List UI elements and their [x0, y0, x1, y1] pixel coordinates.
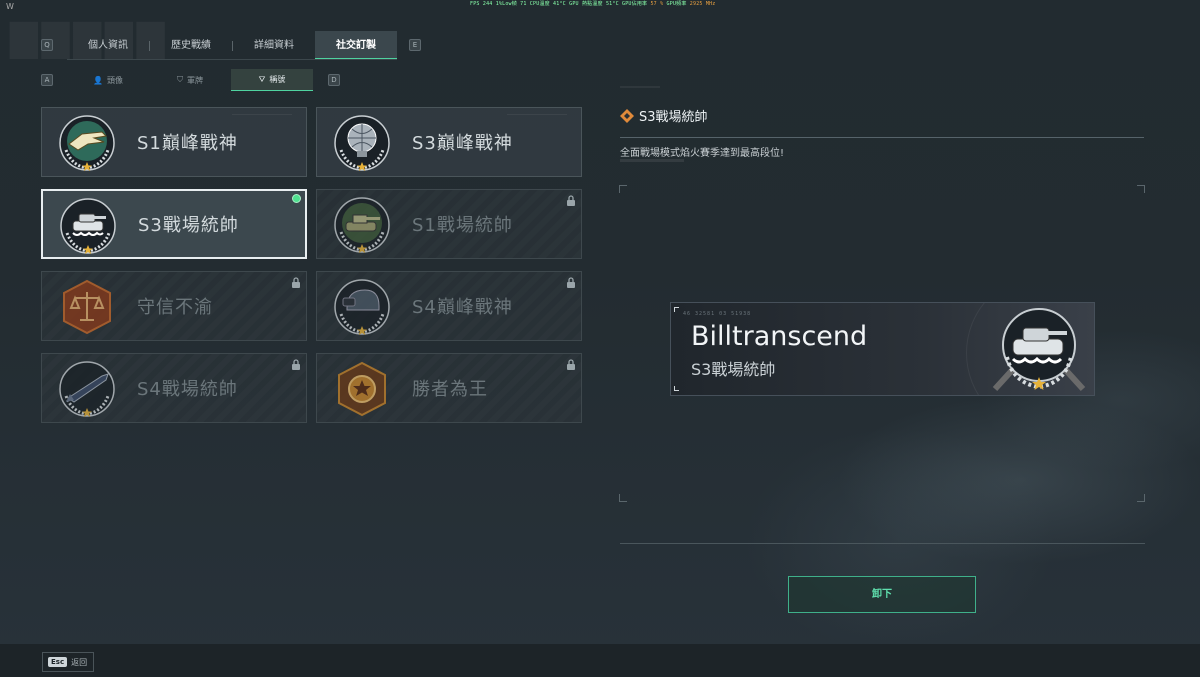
title-card-label: S4巔峰戰神: [412, 297, 513, 318]
title-card-s3-battlefield-commander[interactable]: S3戰場統帥: [41, 189, 307, 259]
key-hint-a: A: [41, 74, 53, 86]
subtab-title[interactable]: ⛛ 稱號: [231, 69, 313, 91]
scales-emblem-icon: [63, 279, 111, 335]
subtab-dogtag[interactable]: ⛉ 軍牌: [149, 69, 231, 91]
detail-bottom-divider: [620, 543, 1145, 544]
title-icon: ⛛: [258, 74, 266, 84]
title-card-label: S3戰場統帥: [138, 215, 239, 236]
title-card-label: 守信不渝: [137, 297, 213, 318]
nameplate-corner: [674, 307, 679, 312]
title-card-winner-is-king[interactable]: 勝者為王: [316, 353, 582, 423]
title-card-s4-battlefield-commander[interactable]: S4戰場統帥: [41, 353, 307, 423]
title-card-faithful[interactable]: 守信不渝: [41, 271, 307, 341]
window-corner-char: W: [6, 2, 14, 11]
tab-history[interactable]: 歷史戰績: [150, 31, 232, 60]
key-hint-q: Q: [41, 39, 53, 51]
lock-icon: [291, 359, 301, 370]
performance-overlay: FPS 244 1%Low幀 71 CPU溫度 41°C GPU 熱點溫度 51…: [470, 1, 716, 7]
footer-bar: [0, 644, 1200, 677]
background-smoke: [600, 180, 1200, 640]
title-card-label: S1戰場統帥: [412, 215, 513, 236]
missile-emblem-icon: [58, 360, 116, 418]
lock-icon: [291, 277, 301, 288]
preview-frame-corner: [1137, 185, 1145, 193]
key-hint-e: E: [409, 39, 421, 51]
detail-divider: [620, 137, 1144, 138]
detail-description: 全面戰場模式焰火賽季達到最高段位!: [620, 148, 785, 159]
nameplate-preview: 46 32581 03 51938 Billtranscend S3戰場統帥: [670, 302, 1095, 396]
tab-details[interactable]: 詳細資料: [233, 31, 315, 60]
tab-social-custom[interactable]: 社交訂製: [315, 31, 397, 60]
helmet-emblem-icon: [333, 278, 391, 336]
title-card-label: S1巔峰戰神: [137, 133, 238, 154]
tab-profile[interactable]: 個人資訊: [67, 31, 149, 60]
subtab-avatar[interactable]: 👤 頭像: [67, 69, 149, 91]
title-card-s3-peak-warrior[interactable]: S3巔峰戰神: [316, 107, 582, 177]
tank-emblem-icon: [992, 308, 1086, 392]
detail-sub-decoration: [620, 159, 684, 162]
sub-tabs: 👤 頭像 ⛉ 軍牌 ⛛ 稱號: [67, 69, 313, 91]
detail-panel-decoration: [620, 86, 660, 88]
back-button[interactable]: Esc 返回: [42, 652, 94, 672]
title-card-label: 勝者為王: [412, 379, 488, 400]
nameplate-title: S3戰場統帥: [691, 360, 776, 379]
detail-header: S3戰場統帥: [620, 106, 708, 125]
main-tabs: 個人資訊 歷史戰績 詳細資料 社交訂製: [67, 31, 397, 60]
nameplate-corner: [674, 386, 679, 391]
person-icon: 👤: [93, 75, 103, 85]
preview-frame-corner: [619, 185, 627, 193]
unequip-button[interactable]: 卸下: [788, 576, 976, 613]
equipped-indicator: [292, 194, 301, 203]
card-decoration: [232, 114, 292, 115]
green-tank-emblem-icon: [333, 196, 391, 254]
globe-emblem-icon: [333, 114, 391, 172]
lock-icon: [566, 277, 576, 288]
title-card-label: S3巔峰戰神: [412, 133, 513, 154]
nameplate-code: 46 32581 03 51938: [683, 311, 752, 317]
key-hint-d: D: [328, 74, 340, 86]
tabs-divider: [67, 59, 397, 60]
preview-frame-corner: [1137, 494, 1145, 502]
title-card-s1-battlefield-commander[interactable]: S1戰場統帥: [316, 189, 582, 259]
medal-emblem-icon: [338, 361, 386, 417]
lock-icon: [566, 195, 576, 206]
title-card-s4-peak-warrior[interactable]: S4巔峰戰神: [316, 271, 582, 341]
detail-title: S3戰場統帥: [639, 110, 708, 125]
lock-icon: [566, 359, 576, 370]
dogtag-icon: ⛉: [177, 75, 183, 84]
title-card-label: S4戰場統帥: [137, 379, 238, 400]
crocodile-emblem-icon: [58, 114, 116, 172]
esc-key-icon: Esc: [48, 657, 68, 667]
tank-emblem-icon: [59, 197, 117, 255]
title-card-s1-peak-warrior[interactable]: S1巔峰戰神: [41, 107, 307, 177]
back-label: 返回: [71, 657, 88, 667]
card-decoration: [507, 114, 567, 115]
diamond-icon: [620, 108, 634, 123]
preview-frame-corner: [619, 494, 627, 502]
player-name: Billtranscend: [691, 321, 868, 352]
